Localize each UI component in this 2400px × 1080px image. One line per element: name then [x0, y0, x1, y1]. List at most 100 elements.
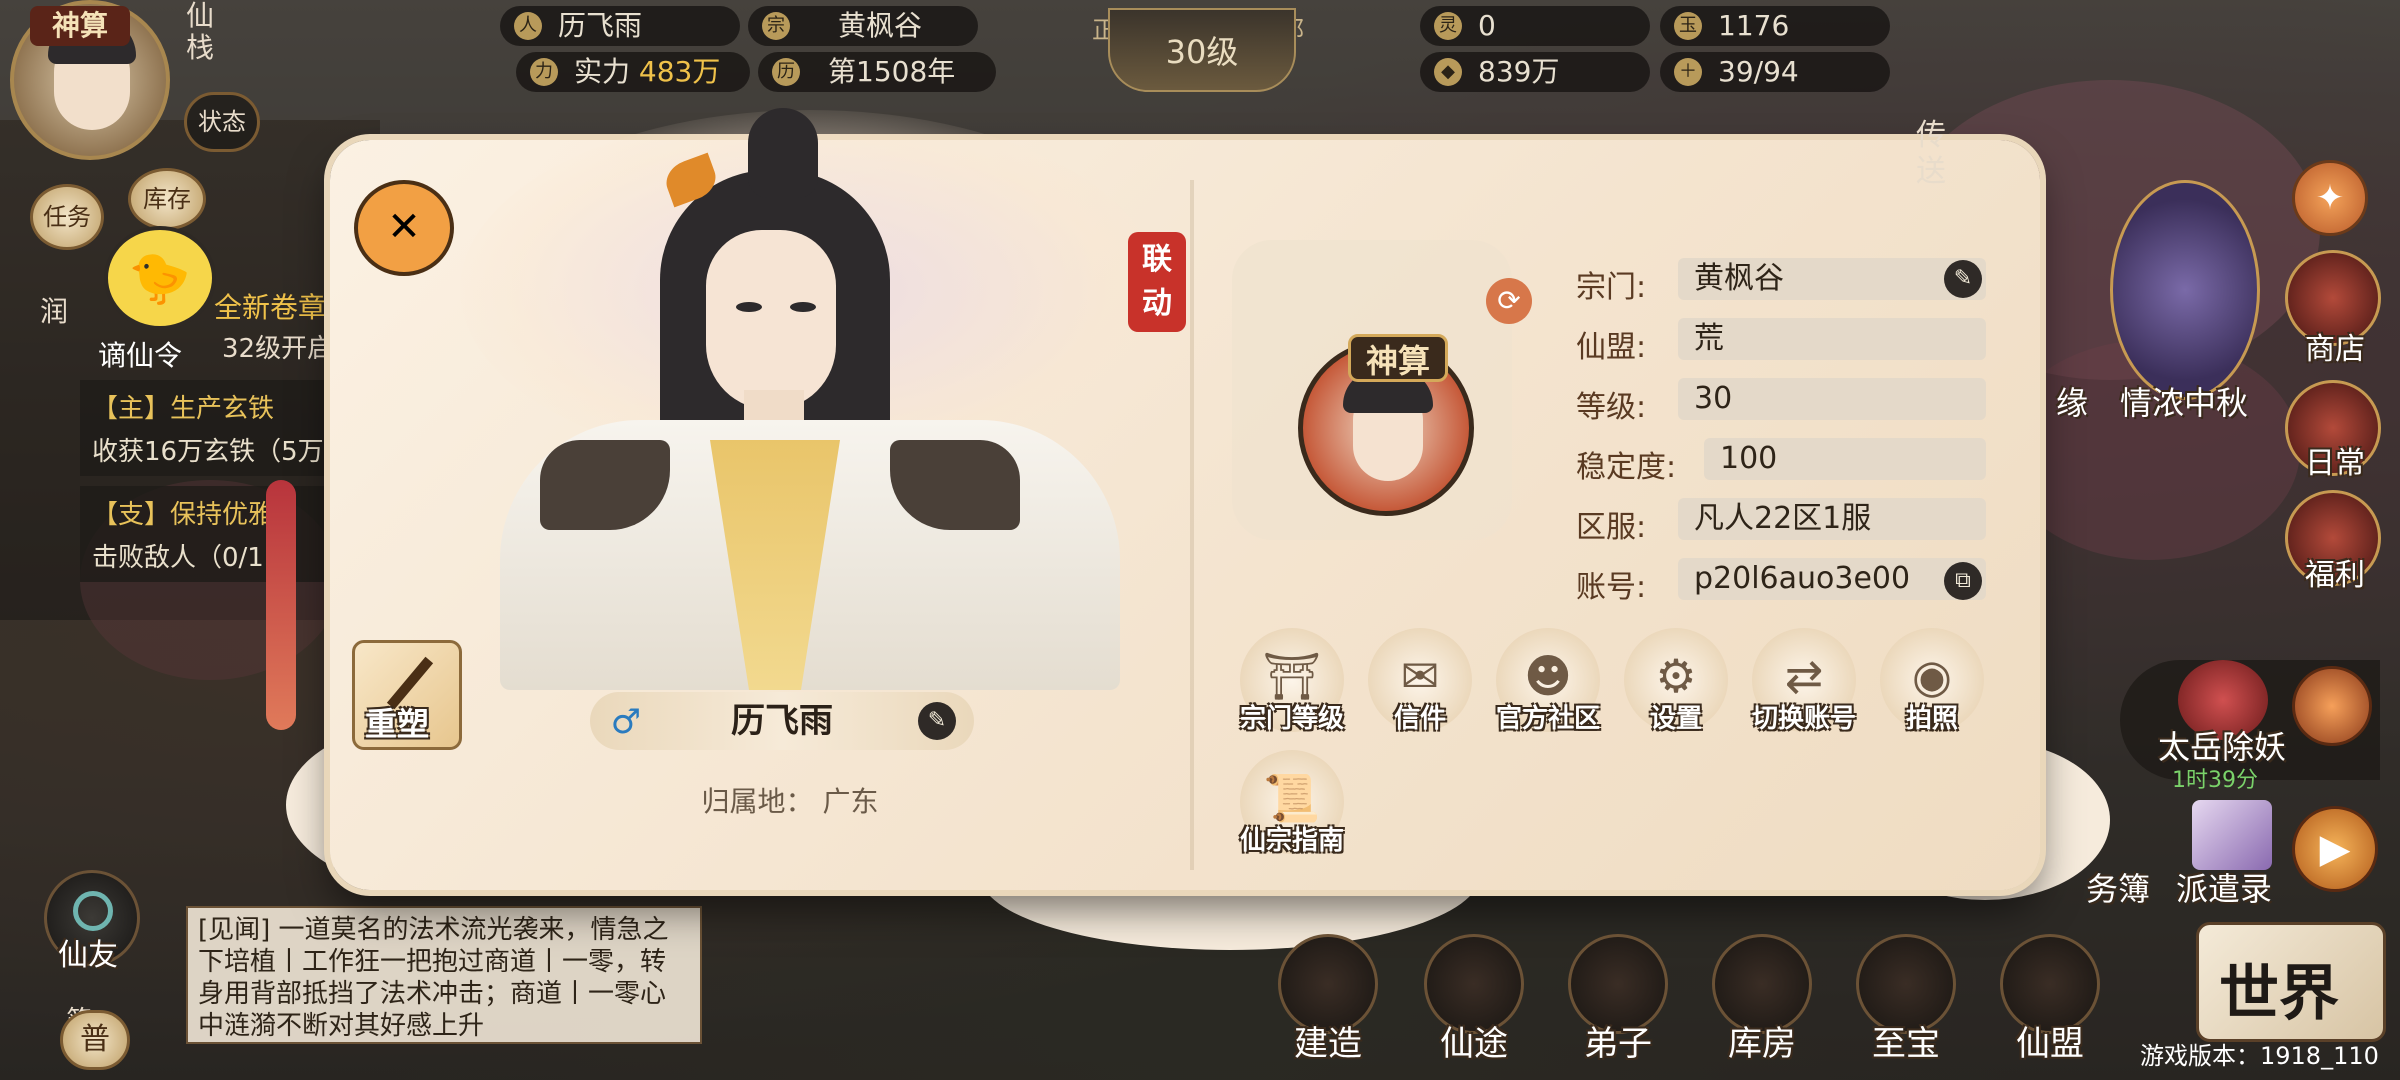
jade-icon: 玉 — [1674, 12, 1702, 40]
play-arrow-button[interactable]: ▶ — [2292, 806, 2378, 892]
avatar-title-badge: 神算 — [30, 6, 130, 46]
nav-disciples-label: 弟子 — [1584, 1024, 1652, 1064]
info-label-level: 等级: — [1576, 390, 1647, 425]
resource-spirit-stone[interactable]: 灵 0 — [1420, 6, 1650, 46]
character-eye-left — [736, 302, 762, 312]
dispatch-book-icon[interactable] — [2192, 800, 2272, 870]
photo-label: 拍照 — [1905, 704, 1958, 734]
sect-level-label: 宗门等级 — [1239, 704, 1344, 734]
profile-avatar-badge: 神算 — [1348, 334, 1448, 382]
copy-account-icon[interactable]: ⧉ — [1944, 562, 1982, 600]
welfare-button[interactable]: 福利 — [2270, 490, 2400, 600]
panel-divider — [1190, 180, 1194, 870]
sect-icon: 宗 — [762, 12, 790, 40]
info-label-account: 账号: — [1576, 570, 1647, 605]
refresh-avatar-icon[interactable]: ⟳ — [1486, 278, 1532, 324]
status-button[interactable]: 状态 — [184, 92, 260, 152]
coin-icon: 灵 — [1434, 12, 1462, 40]
community-button[interactable]: ☻ 官方社区 — [1490, 628, 1606, 744]
nav-warehouse[interactable]: 库房 — [1702, 934, 1822, 1064]
edit-name-icon[interactable]: ✎ — [918, 702, 956, 740]
mail-label: 信件 — [1393, 704, 1446, 734]
character-hair-bun — [748, 108, 818, 198]
tasks-book-label[interactable]: 务簿 — [2086, 864, 2150, 910]
storage-button[interactable]: 库存 — [128, 168, 206, 230]
nav-alliance-label: 仙盟 — [2016, 1024, 2084, 1064]
character-name: 历飞雨 — [731, 701, 833, 741]
info-value-sect: 黄枫谷 — [1678, 258, 1986, 300]
camera-icon: ◉ — [1911, 649, 1953, 703]
daily-label: 日常 — [2305, 446, 2365, 481]
shop-label: 商店 — [2305, 332, 2365, 367]
guide-button[interactable]: 📜 仙宗指南 — [1234, 750, 1350, 866]
daily-button[interactable]: 日常 — [2270, 380, 2400, 490]
info-value-level: 30 — [1678, 378, 1986, 420]
collab-seal: 联动 — [1128, 232, 1186, 332]
nav-path[interactable]: 仙途 — [1414, 934, 1534, 1064]
nav-alliance[interactable]: 仙盟 — [1990, 934, 2110, 1064]
quest-main[interactable]: 【主】生产玄铁 收获16万玄铁（5万 — [80, 380, 340, 476]
game-version: 游戏版本：1918_110 — [2140, 1042, 2379, 1070]
origin-label: 归属地： — [701, 785, 814, 818]
photo-button[interactable]: ◉ 拍照 — [1874, 628, 1990, 744]
edit-sect-icon[interactable]: ✎ — [1944, 260, 1982, 298]
info-value-stability: 100 — [1704, 438, 1986, 480]
origin-value: 广东 — [822, 785, 879, 818]
nav-disciples[interactable]: 弟子 — [1558, 934, 1678, 1064]
nav-build[interactable]: 建造 — [1268, 934, 1388, 1064]
settings-button[interactable]: ⚙ 设置 — [1618, 628, 1734, 744]
gear-icon: ⚙ — [1655, 649, 1697, 703]
world-chat-button[interactable]: 世界 — [2196, 922, 2386, 1042]
info-value-server: 凡人22区1服 — [1678, 498, 1986, 540]
left-cut-text: 润 — [40, 295, 69, 328]
power-cell[interactable]: 力 实力 483万 — [516, 52, 750, 92]
reshape-label: 重塑 — [365, 705, 430, 743]
general-chat-button[interactable]: 普 — [60, 1010, 130, 1070]
teleport-label[interactable]: 传送 — [1916, 118, 1956, 190]
switch-user-icon: ⇄ — [1784, 649, 1824, 703]
tassel-ornament — [266, 480, 296, 730]
year-cell[interactable]: 历 第1508年 — [758, 52, 996, 92]
nav-build-label: 建造 — [1294, 1024, 1362, 1064]
friend-swirl-icon — [73, 891, 113, 931]
edict-duck-icon[interactable]: 🐤 — [104, 226, 216, 330]
nav-treasure[interactable]: 至宝 — [1846, 934, 1966, 1064]
shop-button[interactable]: 商店 — [2270, 250, 2400, 367]
edict-label[interactable]: 谪仙令 — [98, 334, 182, 374]
info-label-server: 区服: — [1576, 510, 1647, 545]
info-label-stability: 稳定度: — [1576, 450, 1677, 485]
quest-side[interactable]: 【支】保持优雅 击败敌人（0/1 — [80, 486, 340, 582]
event-log-text: [见闻] 一道莫名的法术流光袭来，情急之下培植丨工作狂一把抱过商道丨一零，转身用… — [198, 915, 669, 1041]
character-name-bar: 历飞雨 — [590, 692, 974, 750]
info-label-alliance: 仙盟: — [1576, 330, 1647, 365]
quest-main-desc: 收获16万玄铁（5万 — [92, 437, 324, 467]
resource-stamina[interactable]: ＋ 39/94 — [1660, 52, 1890, 92]
reshape-button[interactable]: 重塑 — [352, 640, 462, 750]
stamina-icon: ＋ — [1674, 58, 1702, 86]
welfare-label: 福利 — [2305, 558, 2365, 593]
world-label: 世界 — [2219, 959, 2339, 1029]
nav-treasure-label: 至宝 — [1872, 1024, 1940, 1064]
resource-jade[interactable]: 玉 1176 — [1660, 6, 1890, 46]
community-label: 官方社区 — [1495, 704, 1600, 734]
player-name-cell[interactable]: 人 历飞雨 — [500, 6, 740, 46]
nav-warehouse-label: 库房 — [1728, 1024, 1796, 1064]
compass-icon[interactable]: ✦ — [2292, 160, 2368, 236]
boss-timer: 1时39分 — [2172, 768, 2258, 793]
event-log[interactable]: [见闻] 一道莫名的法术流光袭来，情急之下培植丨工作狂一把抱过商道丨一零，转身用… — [186, 906, 702, 1044]
boss-target-icon[interactable] — [2292, 666, 2372, 746]
sect-level-button[interactable]: ⛩ 宗门等级 — [1234, 628, 1350, 744]
inn-label[interactable]: 仙栈 — [186, 0, 226, 64]
fate-label[interactable]: 缘 — [2056, 378, 2088, 424]
level-badge[interactable]: 30级 — [1108, 8, 1296, 92]
mail-button[interactable]: ✉ 信件 — [1362, 628, 1478, 744]
droplet-icon: ◆ — [1434, 58, 1462, 86]
mid-autumn-label: 情浓中秋 — [2120, 384, 2249, 422]
cat-mascot-icon: ✕ — [354, 180, 454, 276]
mid-autumn-event[interactable] — [2110, 180, 2260, 400]
task-button[interactable]: 任务 — [30, 184, 104, 250]
switch-account-button[interactable]: ⇄ 切换账号 — [1746, 628, 1862, 744]
sect-cell[interactable]: 宗 黄枫谷 — [748, 6, 978, 46]
scroll-icon: 📜 — [1263, 771, 1321, 825]
resource-essence[interactable]: ◆ 839万 — [1420, 52, 1650, 92]
